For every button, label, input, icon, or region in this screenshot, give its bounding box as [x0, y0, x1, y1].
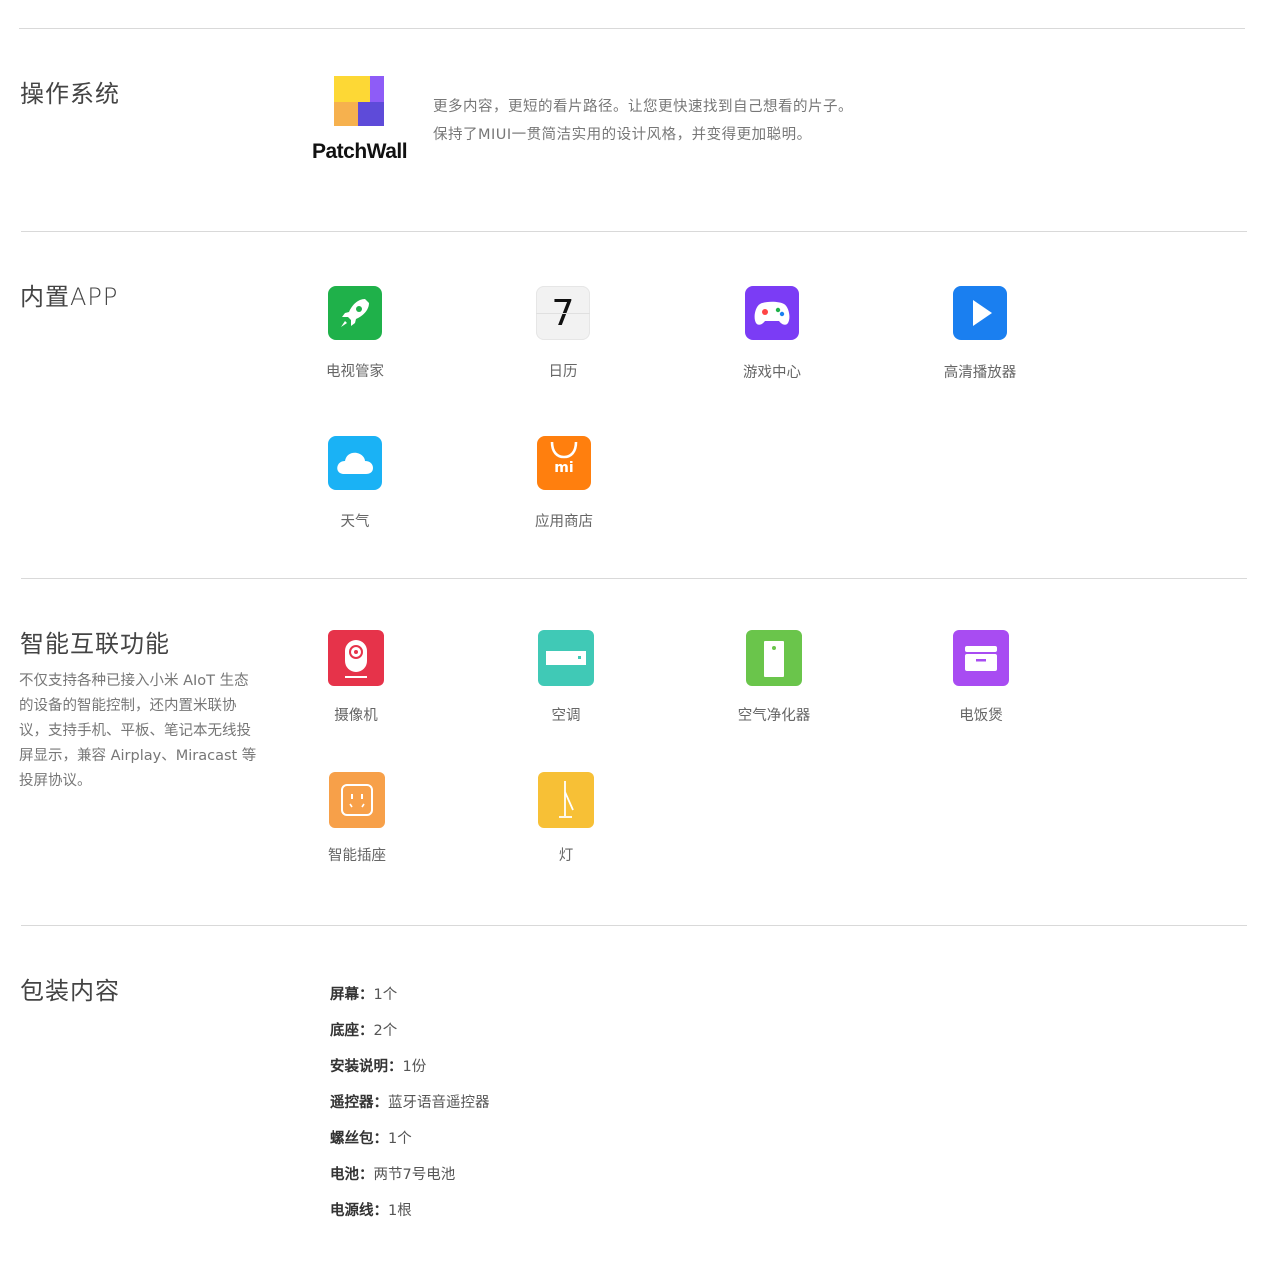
- patchwall-logo-icon: [334, 76, 384, 126]
- device-item-camera[interactable]: 摄像机: [276, 630, 436, 730]
- app-label: 高清播放器: [943, 365, 1017, 381]
- device-item-rice-cooker[interactable]: 电饭煲: [901, 630, 1061, 730]
- air-purifier-icon: [746, 630, 802, 686]
- section-title-package: 包装内容: [20, 977, 120, 1005]
- package-item-name: 底座：: [330, 1023, 374, 1039]
- app-label: 应用商店: [535, 514, 593, 530]
- package-item-name: 电源线：: [330, 1203, 388, 1219]
- package-item-value: 1个: [373, 987, 398, 1003]
- device-label: 电饭煲: [959, 708, 1003, 724]
- package-item-value: 1根: [388, 1203, 412, 1219]
- mi-bag-icon: mi: [537, 436, 591, 490]
- divider-smart-package: [21, 925, 1247, 926]
- package-item: 螺丝包：1个: [330, 1127, 412, 1148]
- app-label: 日历: [548, 364, 578, 380]
- calendar-day: 7: [551, 293, 575, 334]
- divider-top: [19, 28, 1245, 29]
- device-label: 智能插座: [328, 848, 386, 864]
- device-label: 空气净化器: [737, 708, 811, 724]
- air-conditioner-icon: [538, 630, 594, 686]
- app-label: 电视管家: [326, 364, 384, 380]
- device-label: 摄像机: [334, 708, 378, 724]
- lamp-icon: [538, 772, 594, 828]
- package-item-name: 螺丝包：: [330, 1131, 388, 1147]
- package-item-value: 蓝牙语音遥控器: [388, 1095, 490, 1111]
- package-item: 底座：2个: [330, 1019, 397, 1040]
- package-item: 屏幕：1个: [330, 983, 397, 1004]
- cloud-icon: [328, 436, 382, 490]
- mi-logo-text: mi: [554, 460, 574, 476]
- package-item-value: 两节7号电池: [373, 1167, 456, 1183]
- package-item-name: 屏幕：: [330, 987, 374, 1003]
- patchwall-logo-text: PatchWall: [312, 140, 408, 163]
- smart-socket-icon: [329, 772, 385, 828]
- package-item: 电池：两节7号电池: [330, 1163, 455, 1184]
- app-item-video-player[interactable]: 高清播放器: [900, 286, 1060, 386]
- package-item: 电源线：1根: [330, 1199, 412, 1220]
- app-label: 游戏中心: [743, 365, 801, 381]
- device-item-air-purifier[interactable]: 空气净化器: [694, 630, 854, 730]
- device-item-lamp[interactable]: 灯: [486, 772, 646, 872]
- camera-icon: [328, 630, 384, 686]
- package-item-name: 安装说明：: [330, 1059, 403, 1075]
- package-item-name: 遥控器：: [330, 1095, 388, 1111]
- app-label: 天气: [340, 514, 370, 530]
- device-label: 空调: [551, 708, 581, 724]
- app-item-weather[interactable]: 天气: [275, 436, 435, 536]
- package-item-name: 电池：: [330, 1167, 374, 1183]
- rice-cooker-icon: [953, 630, 1009, 686]
- app-item-tv-manager[interactable]: 电视管家: [275, 286, 435, 386]
- gamepad-icon: [745, 286, 799, 340]
- rocket-icon: [328, 286, 382, 340]
- package-item-value: 1个: [388, 1131, 412, 1147]
- section-description-smart: 不仅支持各种已接入小米 AIoT 生态的设备的智能控制，还内置米联协议，支持手机…: [19, 673, 257, 789]
- os-description-line-2: 保持了MIUI一贯简洁实用的设计风格，并变得更加聪明。: [433, 127, 812, 143]
- device-label: 灯: [558, 848, 574, 864]
- patchwall-logo: PatchWall: [312, 76, 408, 168]
- device-item-air-conditioner[interactable]: 空调: [486, 630, 646, 730]
- divider-os-apps: [21, 231, 1247, 232]
- app-item-app-store[interactable]: mi 应用商店: [484, 436, 644, 536]
- section-title-os: 操作系统: [20, 80, 120, 108]
- package-item-value: 2个: [373, 1023, 398, 1039]
- package-item: 遥控器：蓝牙语音遥控器: [330, 1091, 490, 1112]
- os-description-line-1: 更多内容，更短的看片路径。让您更快速找到自己想看的片子。: [433, 99, 853, 115]
- calendar-icon: 7: [536, 286, 590, 340]
- device-item-smart-socket[interactable]: 智能插座: [277, 772, 437, 872]
- play-icon: [953, 286, 1007, 340]
- package-item: 安装说明：1份: [330, 1055, 426, 1076]
- section-title-smart: 智能互联功能: [20, 630, 170, 658]
- app-item-calendar[interactable]: 7 日历: [483, 286, 643, 386]
- app-item-game-center[interactable]: 游戏中心: [692, 286, 852, 386]
- section-title-apps: 内置APP: [20, 283, 119, 311]
- divider-apps-smart: [21, 578, 1247, 579]
- package-item-value: 1份: [402, 1059, 427, 1075]
